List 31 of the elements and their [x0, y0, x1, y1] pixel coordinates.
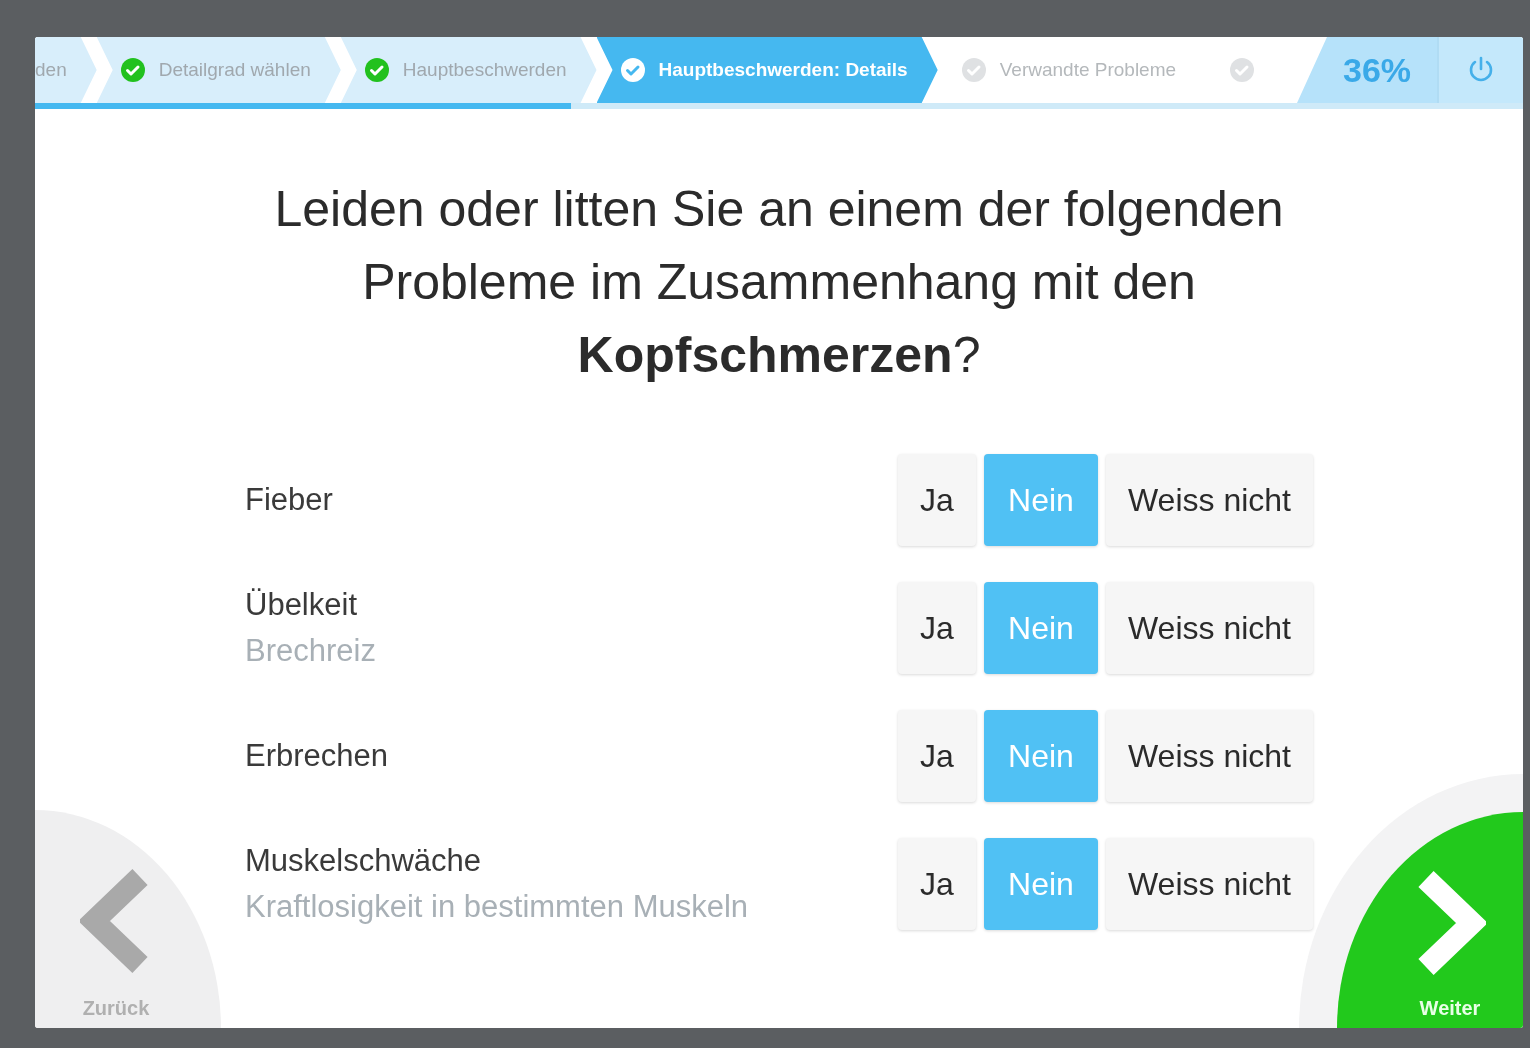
- symptom-hint: Brechreiz: [245, 633, 377, 669]
- progress-step[interactable]: Detailgrad wählen: [96, 37, 341, 103]
- symptom-label: Übelkeit: [245, 587, 358, 623]
- question-heading: Leiden oder litten Sie an einem der folgenden Probleme im Zusammenhang mit den Kopfschmerzen?: [273, 180, 1285, 385]
- answer-button[interactable]: Weiss nicht: [1106, 454, 1313, 546]
- answer-button[interactable]: Ja: [898, 838, 976, 930]
- next-button[interactable]: Weiter: [1337, 812, 1523, 1028]
- answer-button[interactable]: Ja: [898, 454, 976, 546]
- symptom-label: Erbrechen: [245, 738, 390, 774]
- check-icon: [120, 58, 145, 82]
- answer-button[interactable]: Nein: [984, 454, 1098, 546]
- answer-button[interactable]: Weiss nicht: [1106, 582, 1313, 674]
- progress-step[interactable]: Hauptbeschwerden: [340, 37, 597, 103]
- answer-button[interactable]: Weiss nicht: [1106, 838, 1313, 930]
- progress-step[interactable]: den: [35, 37, 97, 103]
- check-icon: [620, 58, 645, 82]
- back-button[interactable]: Zurück: [35, 810, 221, 1028]
- symptom-hint: Kraftlosigkeit in bestimmten Muskeln: [245, 889, 750, 925]
- answer-button[interactable]: Nein: [984, 582, 1098, 674]
- check-icon: [364, 58, 389, 82]
- answer-button[interactable]: Ja: [898, 710, 976, 802]
- check-icon: [1230, 58, 1255, 82]
- symptom-label: Muskelschwäche: [245, 843, 483, 879]
- answer-button[interactable]: Ja: [898, 582, 976, 674]
- check-icon: [961, 58, 986, 82]
- symptom-label: Fieber: [245, 482, 334, 518]
- answer-button[interactable]: Nein: [984, 838, 1098, 930]
- progress-step[interactable]: Hauptbeschwerden: Details: [596, 37, 938, 103]
- answer-button[interactable]: Weiss nicht: [1106, 710, 1313, 802]
- answer-button[interactable]: Nein: [984, 710, 1098, 802]
- progress-percent: 36%: [1297, 37, 1437, 103]
